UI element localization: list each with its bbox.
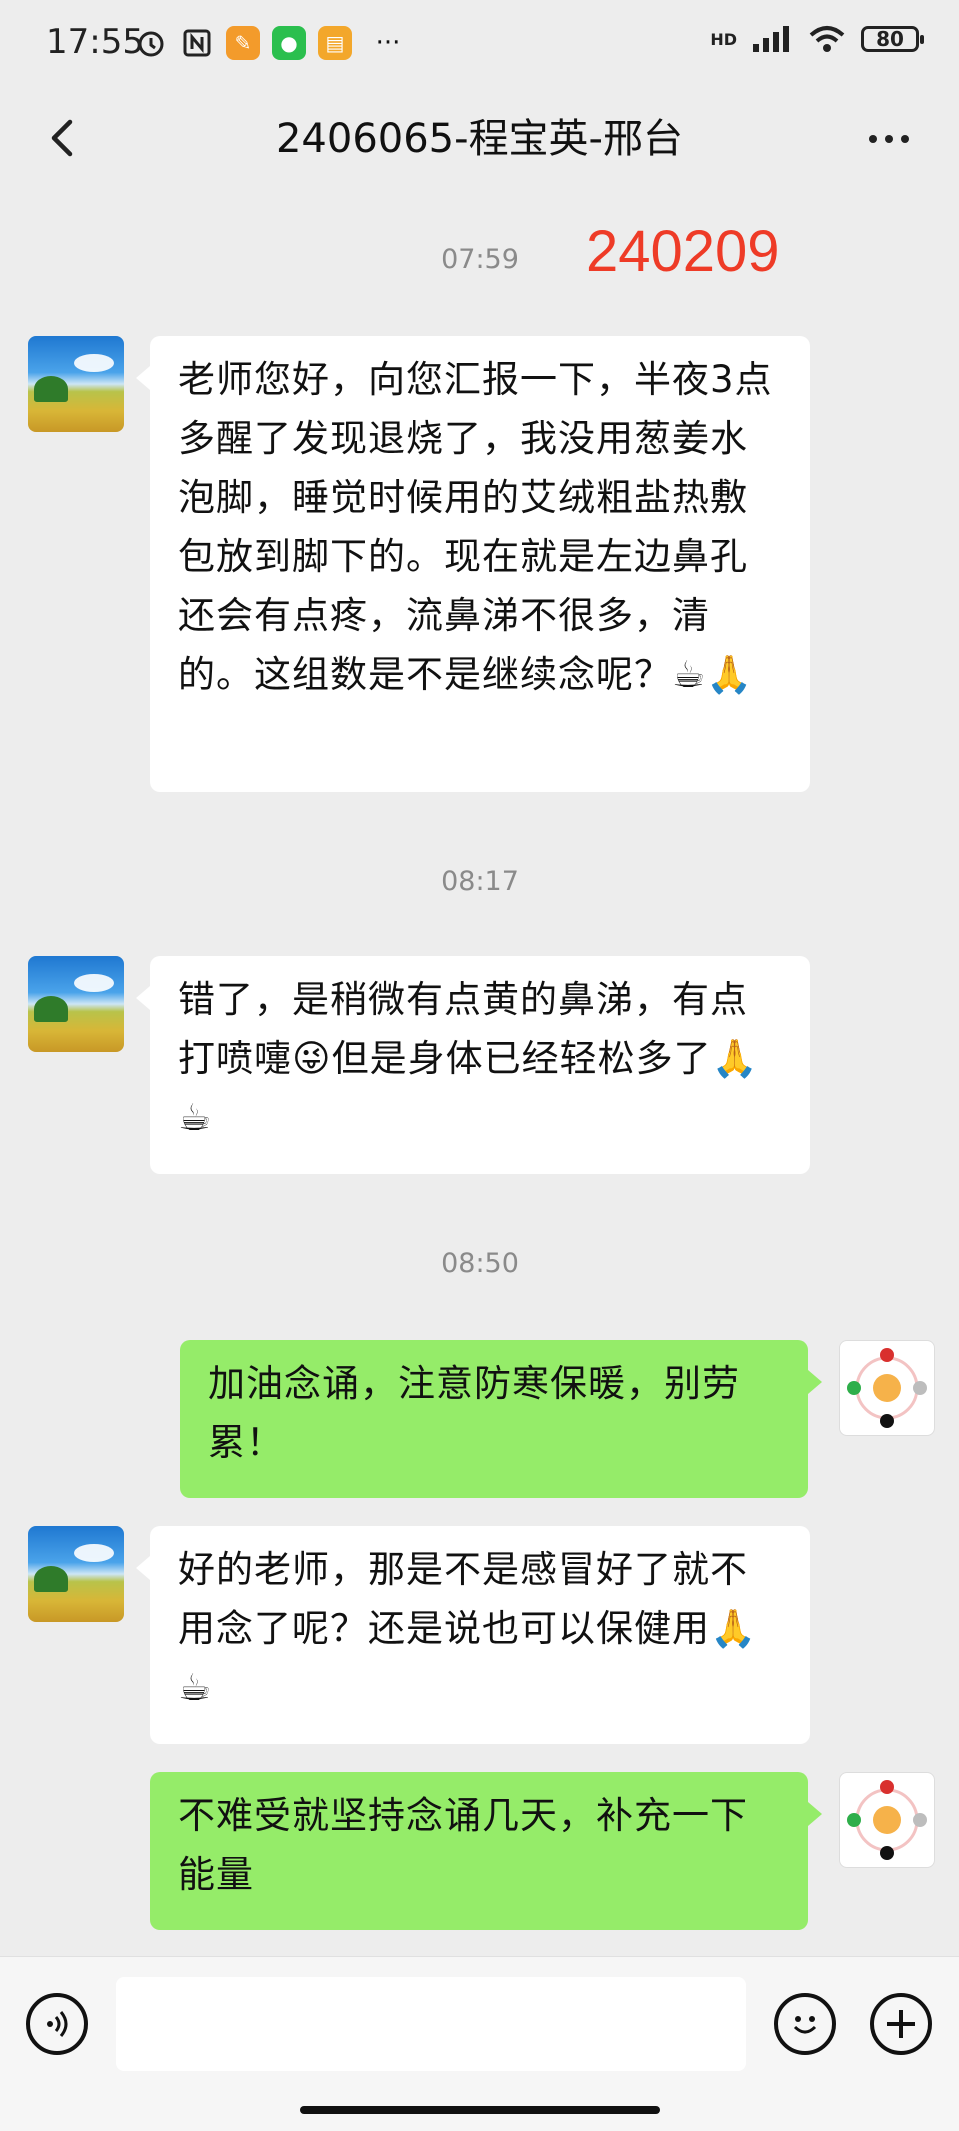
contact-avatar[interactable] [28, 1526, 124, 1622]
contact-avatar[interactable] [28, 956, 124, 1052]
contact-avatar[interactable] [28, 336, 124, 432]
voice-input-button[interactable] [26, 1993, 88, 2055]
dot-icon [885, 135, 893, 143]
smiley-icon [793, 2016, 817, 2034]
status-bar: 17:55 ✎ ● ▤ ··· HD 80 [0, 0, 959, 88]
battery-indicator: 80 [861, 26, 924, 52]
user-avatar[interactable] [839, 1772, 935, 1868]
incoming-message[interactable]: 错了，是稍微有点黄的鼻涕，有点打喷嚏😜但是身体已经轻松多了🙏☕ [136, 956, 810, 1174]
plus-icon [887, 2010, 915, 2038]
app-notification-icon: ✎ [226, 26, 260, 60]
circle-diagram-icon [847, 1348, 927, 1428]
message-timestamp: 08:17 [441, 866, 519, 897]
dot-icon [901, 135, 909, 143]
message-input[interactable] [116, 1977, 746, 2071]
nfc-icon [180, 26, 214, 60]
message-timestamp: 07:59 [441, 244, 519, 275]
input-bar [0, 1956, 959, 2131]
notes-icon: ▤ [318, 26, 352, 60]
chat-title: 2406065-程宝英-邢台 [275, 116, 683, 162]
incoming-message[interactable]: 老师您好，向您汇报一下，半夜3点多醒了发现退烧了，我没用葱姜水泡脚，睡觉时候用的… [136, 336, 810, 792]
signal-icon [753, 26, 789, 52]
outgoing-message[interactable]: 不难受就坚持念诵几天，补充一下能量 [150, 1772, 822, 1930]
circle-diagram-icon [847, 1780, 927, 1860]
voice-icon [47, 2011, 68, 2037]
outgoing-message[interactable]: 加油念诵，注意防寒保暖，别劳累！ [180, 1340, 822, 1498]
network-label: HD [710, 29, 737, 49]
incoming-message[interactable]: 好的老师，那是不是感冒好了就不用念了呢？还是说也可以保健用🙏☕ [136, 1526, 810, 1744]
alarm-icon [134, 26, 168, 60]
more-functions-button[interactable] [870, 1993, 932, 2055]
date-annotation: 240209 [586, 219, 780, 284]
chat-header: 2406065-程宝英-邢台 [0, 88, 959, 190]
user-avatar[interactable] [839, 1340, 935, 1436]
emoji-button[interactable] [774, 1993, 836, 2055]
more-options-button[interactable] [859, 114, 919, 164]
home-indicator[interactable] [300, 2106, 660, 2114]
dot-icon [869, 135, 877, 143]
status-time: 17:55 [46, 22, 144, 62]
wifi-icon [809, 26, 845, 52]
message-timestamp: 08:50 [441, 1248, 519, 1279]
more-notifications-icon: ··· [375, 28, 401, 58]
wechat-icon: ● [272, 26, 306, 60]
